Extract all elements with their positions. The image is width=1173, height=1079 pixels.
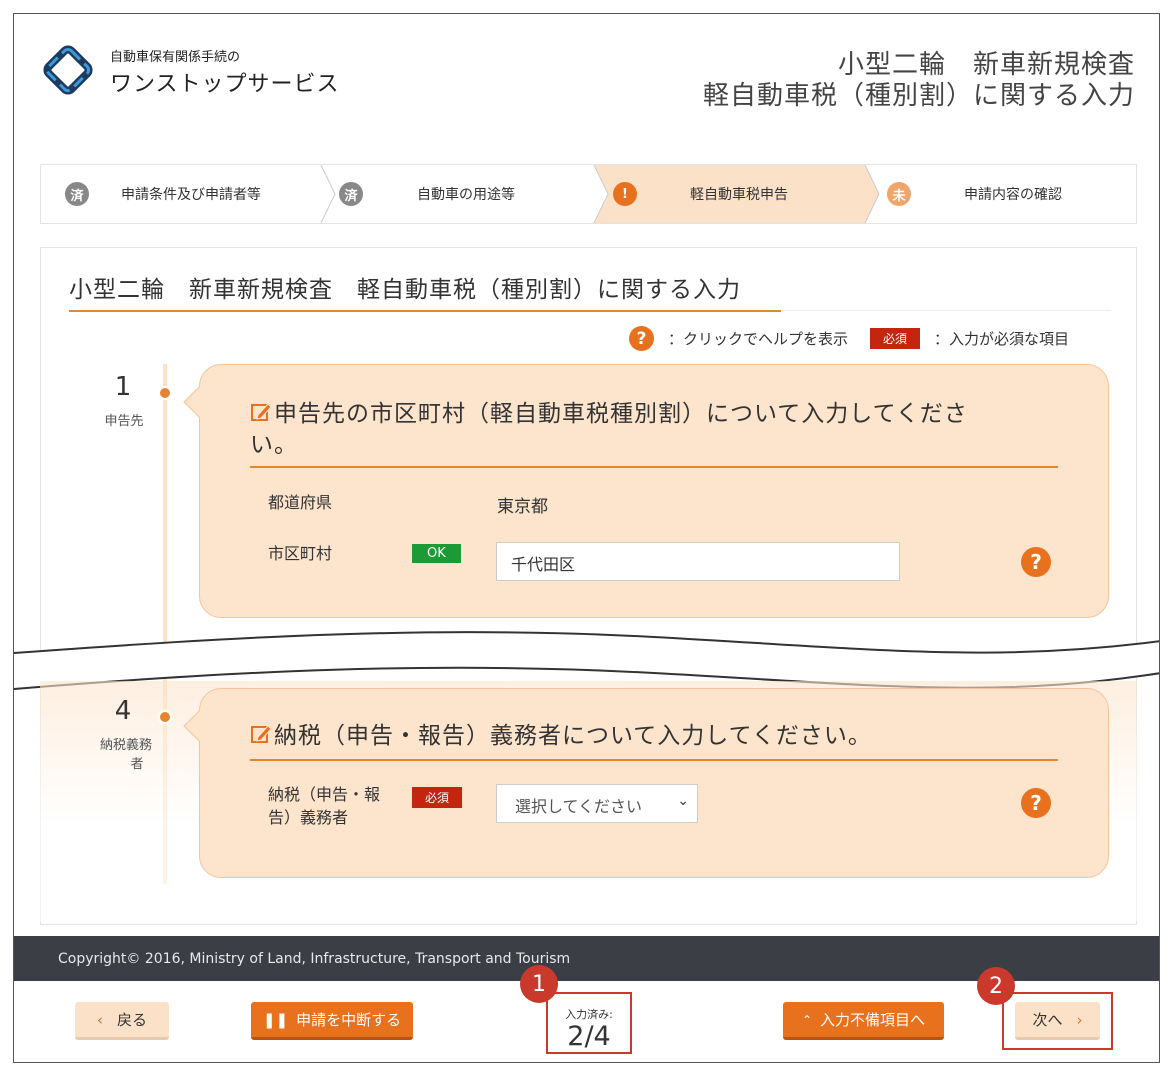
prefecture-value: 東京都 <box>497 497 548 517</box>
step-1-label: 申請条件及び申請者等 <box>121 187 261 203</box>
section-1-panel: 申告先の市区町村（軽自動車税種別割）について入力してくださ い。 都道府県 東京… <box>183 364 1109 618</box>
service-name-small: 自動車保有関係手続の <box>110 50 241 65</box>
callout-marker-1: 1 <box>520 965 558 1003</box>
suspend-button-label: 申請を中断する <box>296 1011 402 1029</box>
section-caption-line1: 納税義務 <box>99 738 152 753</box>
app-window: 自動車保有関係手続の ワンストップサービス 小型二輪 新車新規検査 軽自動車税（… <box>13 13 1160 1063</box>
page-title-line1: 小型二輪 新車新規検査 <box>837 50 1135 80</box>
progress-value: 2/4 <box>567 1021 611 1052</box>
progress-label: 入力済み: <box>565 1008 613 1021</box>
section-4-heading: 納税（申告・報告）義務者について入力してください。 <box>250 721 872 752</box>
required-badge: 必須 <box>412 787 463 808</box>
section-1-heading-cont: い。 <box>250 432 298 458</box>
taxpayer-label: 納税（申告・報 告）義務者 <box>268 783 380 829</box>
help-icon[interactable]: ? <box>1021 547 1051 577</box>
page-title: 小型二輪 新車新規検査 軽自動車税（種別割）に関する入力 <box>703 50 1135 112</box>
title-underline <box>69 310 781 312</box>
section-number: 1 <box>114 372 132 402</box>
section-rule <box>250 759 1058 761</box>
ok-status-badge: OK <box>412 544 461 563</box>
step-2: 済 <box>339 165 363 223</box>
step-4-label: 申請内容の確認 <box>964 187 1062 203</box>
legend-required-text: ：入力が必須な項目 <box>934 330 1070 348</box>
timeline-dot <box>158 386 172 400</box>
suspend-button[interactable]: ❚❚ 申請を中断する <box>251 1002 413 1040</box>
section-number: 4 <box>114 696 132 726</box>
taxpayer-select[interactable]: 選択してください ⌄ <box>496 784 698 823</box>
step-2-label: 自動車の用途等 <box>417 187 515 203</box>
taxpayer-label-line2: 告）義務者 <box>268 808 349 827</box>
legend-help-text: ：クリックでヘルプを表示 <box>668 330 849 348</box>
section-caption: 納税義務 者 <box>91 736 161 774</box>
section-caption: 申告先 <box>104 414 144 429</box>
taxpayer-label-line1: 納税（申告・報 <box>268 785 381 804</box>
edit-icon <box>251 725 272 743</box>
section-4-panel: 納税（申告・報告）義務者について入力してください。 納税（申告・報 告）義務者 … <box>183 688 1109 878</box>
panel-pointer <box>183 386 215 418</box>
section-1-heading: 申告先の市区町村（軽自動車税種別割）について入力してくださ い。 <box>250 399 968 461</box>
service-name: ワンストップサービス <box>110 72 340 97</box>
section-rule <box>250 466 1058 468</box>
title-rule <box>781 310 1111 311</box>
city-label: 市区町村 <box>268 544 333 563</box>
pause-icon: ❚❚ <box>262 1010 289 1029</box>
help-icon: ? <box>629 326 654 351</box>
next-button[interactable]: 次へ › <box>1015 1002 1100 1040</box>
pending-badge-icon: 未 <box>887 182 911 206</box>
section-caption-line2: 者 <box>130 757 144 772</box>
callout-marker-2: 2 <box>977 967 1015 1005</box>
warning-badge-icon: ! <box>613 182 637 206</box>
required-badge: 必須 <box>870 328 921 349</box>
step-3-label: 軽自動車税申告 <box>690 187 788 203</box>
step-4: 未 <box>887 165 911 223</box>
back-button[interactable]: ‹ 戻る <box>75 1002 169 1040</box>
chevron-left-icon: ‹ <box>96 1010 103 1029</box>
done-badge-icon: 済 <box>339 182 363 206</box>
section-title: 小型二輪 新車新規検査 軽自動車税（種別割）に関する入力 <box>69 277 741 303</box>
prefecture-label: 都道府県 <box>268 493 333 512</box>
chevron-right-icon: › <box>1076 1010 1083 1029</box>
section-1-heading-text: 申告先の市区町村（軽自動車税種別割）について入力してくださ <box>274 401 968 427</box>
service-logo-icon <box>43 45 93 95</box>
page-title-line2: 軽自動車税（種別割）に関する入力 <box>702 81 1135 111</box>
edit-icon <box>251 403 272 421</box>
main-card: 小型二輪 新車新規検査 軽自動車税（種別割）に関する入力 ? ：クリックでヘルプ… <box>14 247 1159 925</box>
step-1: 済 <box>65 165 89 223</box>
legend: ? ：クリックでヘルプを表示 必須 ：入力が必須な項目 <box>629 326 1069 351</box>
done-badge-icon: 済 <box>65 182 89 206</box>
timeline-dot <box>158 710 172 724</box>
next-button-label: 次へ <box>1032 1011 1063 1029</box>
progress-indicator: 入力済み: 2/4 <box>546 992 632 1054</box>
help-icon[interactable]: ? <box>1021 788 1051 818</box>
incomplete-items-button[interactable]: ⌃ 入力不備項目へ <box>783 1002 944 1040</box>
city-input[interactable]: 千代田区 <box>496 542 900 581</box>
double-chevron-up-icon: ⌃ <box>801 1012 813 1027</box>
incomplete-items-label: 入力不備項目へ <box>820 1011 926 1029</box>
chevron-down-icon: ⌄ <box>677 793 689 809</box>
back-button-label: 戻る <box>116 1011 147 1029</box>
section-4-heading-text: 納税（申告・報告）義務者について入力してください。 <box>274 723 872 749</box>
progress-steps: 済 申請条件及び申請者等 済 自動車の用途等 ! 軽自動車税申告 未 申請内容の… <box>40 164 1137 224</box>
taxpayer-select-value: 選択してください <box>515 797 643 816</box>
step-3: ! <box>613 165 637 223</box>
